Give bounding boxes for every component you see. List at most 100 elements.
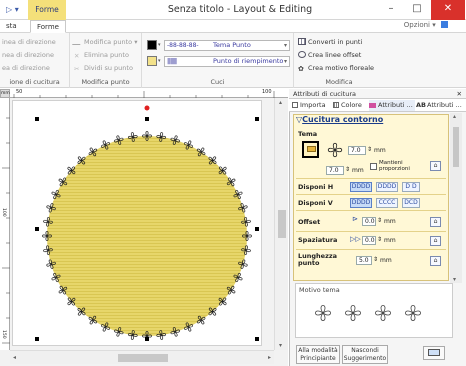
linea-direzione-3[interactable]: ea di direzione: [2, 64, 50, 72]
lunghezza-stepper[interactable]: ⇕: [373, 256, 378, 263]
group-label: Cuci: [210, 78, 225, 86]
hide-tips-line1: Nascondi: [351, 347, 379, 354]
context-tab-forme[interactable]: Forme: [28, 0, 66, 20]
elimina-punto-button[interactable]: ✕ Elimina punto: [74, 51, 129, 60]
design-canvas[interactable]: [13, 101, 263, 347]
fill-color-swatch[interactable]: [147, 56, 157, 66]
lunghezza-input[interactable]: 5.0: [356, 256, 372, 265]
stitch-pattern-icon: -88-88-88-: [167, 42, 199, 49]
scroll-thumb[interactable]: [118, 354, 168, 362]
keep-proportions-checkbox[interactable]: [370, 163, 377, 170]
hide-tips-button[interactable]: Nascondi Suggerimento: [342, 345, 388, 364]
tab-attributi-testo[interactable]: ABAttributi ...: [416, 100, 462, 111]
ruler-ticks: [2, 117, 10, 344]
arrange-v-option-2[interactable]: CCCC: [376, 198, 398, 208]
width-stepper[interactable]: ⇕: [367, 146, 372, 153]
monitor-icon[interactable]: [423, 346, 445, 360]
house-icon[interactable]: ⌂: [430, 236, 441, 246]
tab-forme[interactable]: Forme: [30, 20, 66, 33]
chevron-down-icon: ▾: [283, 58, 287, 65]
options-menu[interactable]: Opzioni ▾: [404, 21, 448, 29]
line-color-swatch[interactable]: [147, 40, 157, 50]
house-icon[interactable]: ⌂: [430, 161, 441, 171]
lunghezza-label: Lunghezza punto: [298, 253, 337, 267]
chevron-right-icon[interactable]: ▸: [268, 354, 271, 361]
modifica-punto-button[interactable]: Modifica punto ▾: [71, 38, 137, 46]
motif-height-input[interactable]: 7.0: [326, 166, 344, 175]
arrange-h-option-2[interactable]: DDDD: [376, 182, 398, 192]
linea-direzione-1[interactable]: inea di direzione: [2, 38, 56, 46]
arrange-h-option-1[interactable]: DDDD: [350, 182, 372, 192]
tab-colore[interactable]: Colore: [333, 100, 362, 111]
spaziatura-stepper[interactable]: ⇕: [377, 236, 382, 243]
ruler-label-100: 100: [262, 89, 272, 95]
arrange-h-option-3[interactable]: D D: [402, 182, 420, 192]
stitch-icon: [369, 103, 376, 108]
section-title[interactable]: ▽Cucitura contorno: [296, 115, 383, 124]
tab-attributi-testo-label: Attributi ...: [427, 101, 462, 109]
arrange-v-option-1[interactable]: DDDD: [350, 198, 372, 208]
panel-title: Attributi di cucitura: [293, 90, 356, 98]
close-icon[interactable]: ✕: [457, 89, 462, 99]
help-icon[interactable]: [441, 21, 448, 28]
offset-stepper[interactable]: ⇕: [377, 217, 382, 224]
panel-scrollbar[interactable]: ▴ ▾: [450, 113, 462, 283]
dividi-punto-button[interactable]: ✂ Dividi su punto: [74, 64, 133, 73]
row-spaziatura: Spaziatura ▷▷ 0.0 ⇕ mm ⌂: [296, 233, 446, 250]
ruler-label-150v: 150: [1, 330, 6, 339]
minimize-button[interactable]: –: [378, 0, 404, 20]
motif-preview-icon: [324, 139, 346, 163]
chevron-up-icon[interactable]: ▴: [279, 99, 282, 106]
vertical-ruler: 100 150: [0, 98, 10, 350]
vertical-scrollbar[interactable]: ▴ ▾: [274, 98, 288, 350]
chevron-down-icon[interactable]: ▾: [158, 42, 161, 48]
quick-access-toolbar[interactable]: ▷ ▾: [6, 5, 19, 14]
tab-importa-label: Importa: [300, 101, 326, 109]
crea-motivo-floreale-button[interactable]: ✿ Crea motivo floreale: [298, 64, 374, 73]
chevron-up-icon[interactable]: ▴: [453, 113, 456, 120]
chevron-down-icon[interactable]: ▾: [158, 58, 161, 64]
chevron-down-icon: ▾: [283, 42, 287, 49]
design-page[interactable]: [12, 100, 262, 346]
pen-icon: [71, 38, 85, 45]
line-stitch-combo[interactable]: -88-88-88- Tema Punto ▾: [164, 40, 290, 51]
tab-importa[interactable]: Importa: [292, 100, 326, 111]
house-icon[interactable]: ⌂: [430, 256, 441, 266]
chevron-left-icon[interactable]: ◂: [13, 354, 16, 361]
converti-punti-button[interactable]: Converti in punti: [298, 38, 362, 46]
tab-vista[interactable]: sta: [0, 20, 23, 33]
beginner-mode-button[interactable]: Alla modalità Principiante: [296, 345, 340, 364]
folder-icon[interactable]: [302, 141, 319, 158]
rotate-handle[interactable]: [144, 105, 150, 111]
fill-circle[interactable]: [47, 136, 247, 336]
house-icon[interactable]: ⌂: [430, 217, 441, 227]
panel-tabs: Importa Colore Attributi ... ABAttributi…: [289, 99, 466, 112]
group-label: ione di cucitura: [9, 78, 60, 86]
chevron-down-icon[interactable]: ▾: [453, 276, 456, 283]
converti-punti-label: Converti in punti: [308, 38, 363, 46]
hide-tips-line2: Suggerimento: [343, 355, 387, 362]
tema-label: Tema: [298, 130, 318, 138]
maximize-button[interactable]: □: [404, 0, 430, 20]
offset-input[interactable]: 0.0: [362, 217, 376, 226]
scroll-thumb[interactable]: [453, 127, 459, 167]
width-unit: mm: [374, 147, 386, 154]
ruler-unit-corner: mm: [0, 89, 10, 98]
offset-lines-icon: [298, 51, 306, 58]
motivo-tema-label: Motivo tema: [299, 286, 340, 294]
arrange-v-option-3[interactable]: DCD: [402, 198, 420, 208]
height-stepper[interactable]: ⇕: [345, 166, 350, 173]
tab-attributi-cucitura[interactable]: Attributi ...: [369, 100, 415, 111]
scroll-thumb[interactable]: [278, 210, 286, 238]
motif-strip-unit: [375, 305, 391, 321]
ribbon: inea di direzione nea di direzione ea di…: [0, 33, 466, 88]
motif-strip-unit: [405, 305, 421, 321]
chevron-down-icon[interactable]: ▾: [279, 342, 282, 349]
close-button[interactable]: ✕: [431, 0, 465, 20]
crea-linee-offset-button[interactable]: Crea linee offset: [298, 51, 361, 59]
linea-direzione-2[interactable]: nea di direzione: [2, 51, 54, 59]
motif-width-input[interactable]: 7.0: [348, 146, 366, 155]
fill-stitch-combo[interactable]: ||||||||| Punto di riempimento ▾: [164, 56, 290, 67]
horizontal-scrollbar[interactable]: ◂ ▸: [10, 350, 274, 364]
spaziatura-input[interactable]: 0.0: [362, 236, 376, 245]
